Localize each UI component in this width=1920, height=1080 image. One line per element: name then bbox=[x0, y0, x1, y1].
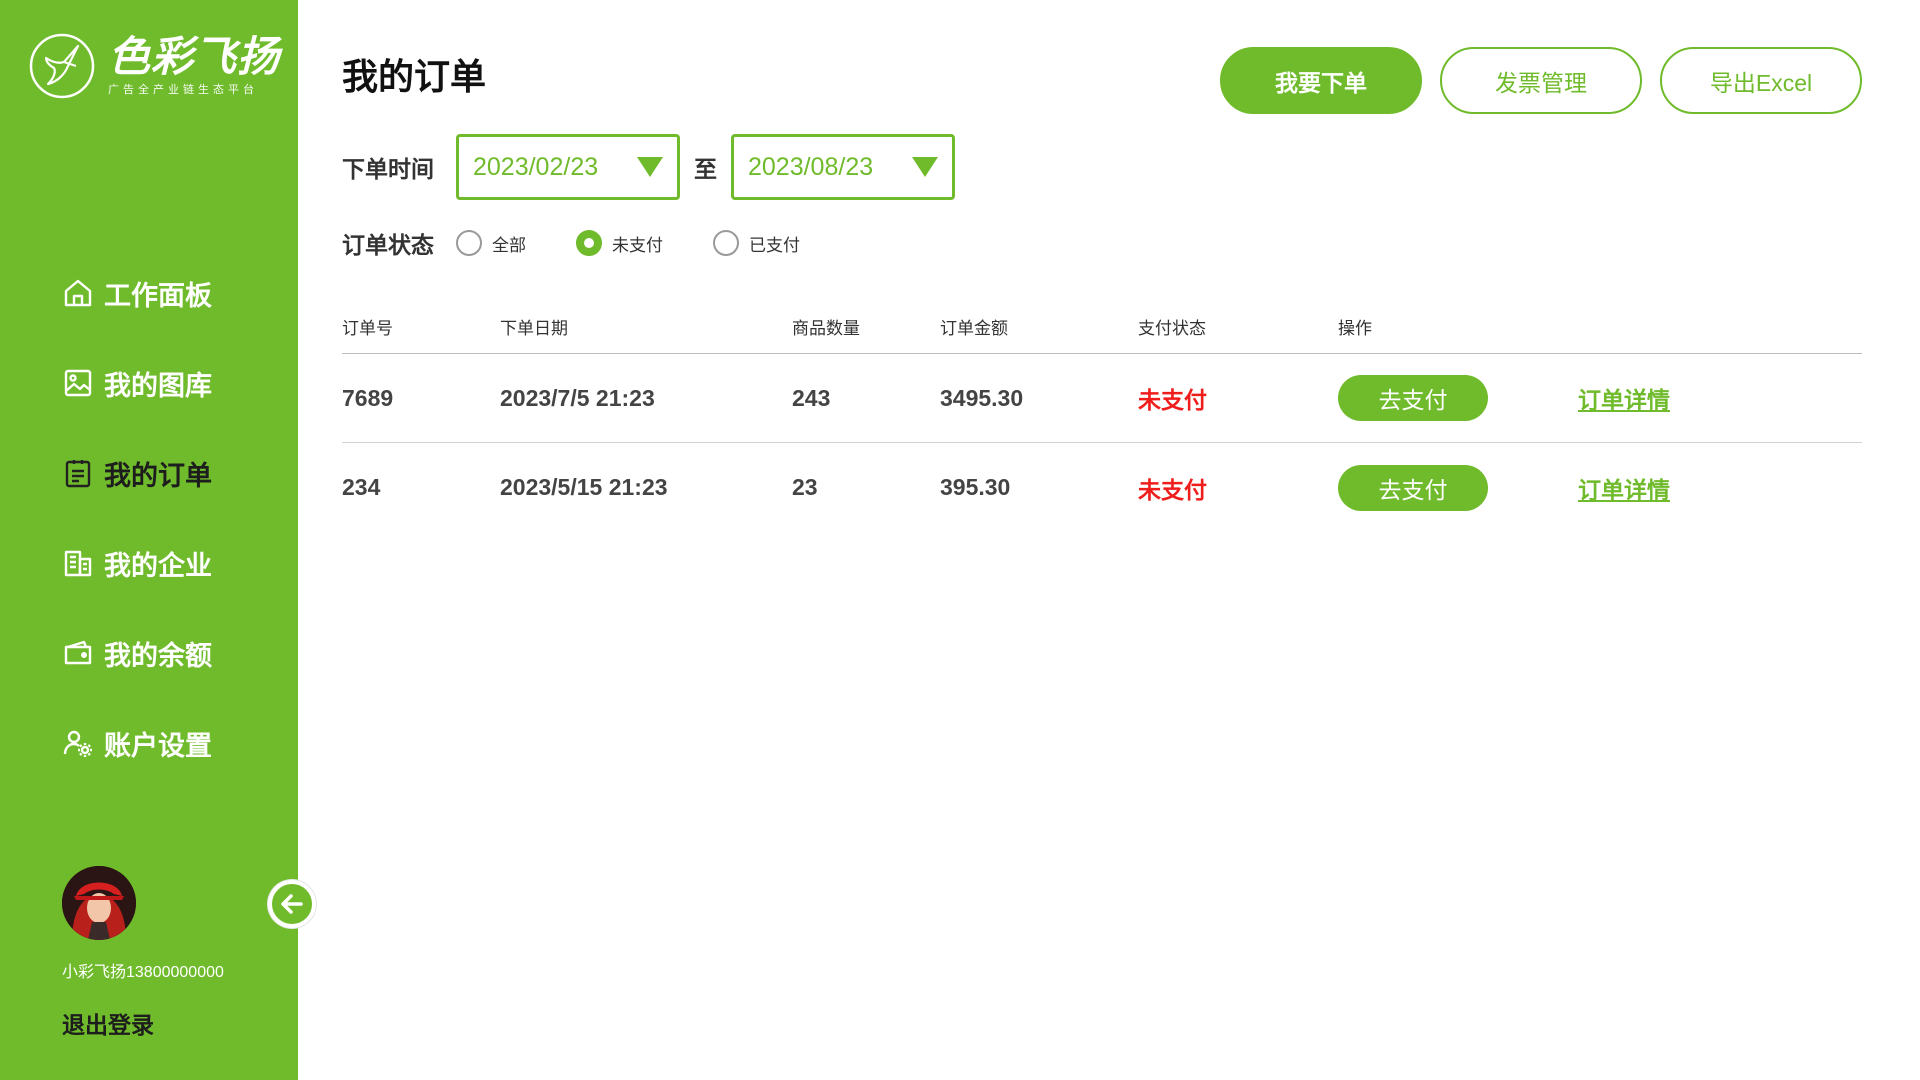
date-filter-label: 下单时间 bbox=[342, 156, 434, 182]
status-filter: 订单状态 全部 未支付 已支付 bbox=[342, 226, 850, 260]
pay-button[interactable]: 去支付 bbox=[1338, 375, 1488, 421]
order-quantity: 23 bbox=[792, 474, 818, 500]
hummingbird-logo-icon bbox=[29, 33, 95, 99]
column-header-date: 下单日期 bbox=[500, 319, 568, 338]
avatar-portrait-icon bbox=[62, 866, 136, 940]
payment-status: 未支付 bbox=[1138, 476, 1207, 503]
radio-label: 全部 bbox=[492, 235, 526, 255]
action-cell: 去支付 bbox=[1338, 464, 1578, 511]
sidebar-nav: 工作面板 我的图库 我的订单 我的企业 我的余额 账户设置 bbox=[62, 248, 212, 788]
collapse-sidebar-button[interactable] bbox=[268, 880, 316, 928]
sidebar-item-settings[interactable]: 账户设置 bbox=[62, 698, 212, 788]
order-id: 7689 bbox=[342, 384, 394, 411]
dropdown-triangle-icon bbox=[912, 157, 938, 177]
sidebar-item-gallery[interactable]: 我的图库 bbox=[62, 338, 212, 428]
home-icon bbox=[64, 279, 92, 307]
column-header-actions: 操作 bbox=[1338, 319, 1372, 338]
sidebar: 色彩飞扬 广告全产业链生态平台 工作面板 我的图库 我的订单 我的企业 我的余额… bbox=[0, 0, 298, 1080]
dropdown-triangle-icon bbox=[637, 157, 663, 177]
payment-status: 未支付 bbox=[1138, 387, 1207, 413]
clipboard-icon bbox=[65, 460, 91, 488]
table-header: 订单号 下单日期 商品数量 订单金额 支付状态 操作 bbox=[342, 300, 1862, 354]
radio-circle-unchecked[interactable] bbox=[456, 230, 482, 256]
building-icon bbox=[64, 550, 92, 577]
order-detail-link[interactable]: 订单详情 bbox=[1578, 387, 1670, 413]
detail-cell: 订单详情 bbox=[1578, 471, 1778, 505]
action-cell: 去支付 bbox=[1338, 375, 1578, 421]
invoice-management-button[interactable]: 发票管理 bbox=[1440, 47, 1642, 114]
pay-button[interactable]: 去支付 bbox=[1338, 464, 1488, 511]
sidebar-item-label: 我的余额 bbox=[104, 640, 212, 671]
date-from-picker[interactable]: 2023/02/23 bbox=[456, 134, 680, 200]
radio-unpaid[interactable]: 未支付 bbox=[576, 230, 663, 256]
order-detail-link[interactable]: 订单详情 bbox=[1578, 477, 1670, 503]
orders-table: 订单号 下单日期 商品数量 订单金额 支付状态 操作 7689 2023/7/5… bbox=[342, 300, 1862, 532]
sidebar-item-label: 账户设置 bbox=[104, 730, 212, 761]
order-quantity: 243 bbox=[792, 384, 831, 411]
table-row: 234 2023/5/15 21:23 23 395.30 未支付 去支付 订单… bbox=[342, 443, 1862, 532]
column-header-status: 支付状态 bbox=[1138, 319, 1206, 338]
order-amount: 395.30 bbox=[940, 474, 1011, 500]
radio-label: 未支付 bbox=[612, 235, 663, 255]
app-logo[interactable]: 色彩飞扬 广告全产业链生态平台 bbox=[28, 32, 280, 100]
header-actions: 我要下单 发票管理 导出Excel bbox=[1220, 47, 1862, 114]
radio-circle-unchecked[interactable] bbox=[713, 230, 739, 256]
radio-circle-checked[interactable] bbox=[576, 230, 602, 256]
username: 小彩飞扬13800000000 bbox=[62, 964, 224, 981]
app-slogan: 广告全产业链生态平台 bbox=[108, 84, 258, 96]
status-filter-label: 订单状态 bbox=[342, 232, 434, 258]
sidebar-item-balance[interactable]: 我的余额 bbox=[62, 608, 212, 698]
sidebar-item-orders[interactable]: 我的订单 bbox=[62, 428, 212, 518]
order-amount: 3495.30 bbox=[940, 384, 1024, 411]
date-to-picker[interactable]: 2023/08/23 bbox=[731, 134, 955, 200]
column-header-amount: 订单金额 bbox=[940, 319, 1008, 338]
place-order-button[interactable]: 我要下单 bbox=[1220, 47, 1422, 114]
column-header-order-id: 订单号 bbox=[342, 319, 393, 338]
avatar[interactable] bbox=[62, 866, 136, 940]
radio-label: 已支付 bbox=[749, 235, 800, 255]
sidebar-item-label: 我的订单 bbox=[104, 460, 212, 491]
user-settings-icon bbox=[63, 730, 92, 757]
date-from-value: 2023/02/23 bbox=[473, 152, 599, 181]
table-row: 7689 2023/7/5 21:23 243 3495.30 未支付 去支付 … bbox=[342, 354, 1862, 443]
column-header-quantity: 商品数量 bbox=[792, 319, 860, 338]
arrow-left-icon bbox=[281, 894, 303, 914]
radio-paid[interactable]: 已支付 bbox=[713, 230, 800, 256]
date-filter: 下单时间 2023/02/23 至 2023/08/23 bbox=[342, 134, 955, 200]
export-excel-button[interactable]: 导出Excel bbox=[1660, 47, 1862, 114]
order-date: 2023/7/5 21:23 bbox=[500, 384, 655, 411]
app-name: 色彩飞扬 bbox=[108, 33, 281, 80]
sidebar-item-company[interactable]: 我的企业 bbox=[62, 518, 212, 608]
wallet-icon bbox=[64, 640, 92, 665]
detail-cell: 订单详情 bbox=[1578, 381, 1778, 415]
page-title: 我的订单 bbox=[342, 56, 487, 97]
order-date: 2023/5/15 21:23 bbox=[500, 474, 668, 500]
sidebar-item-dashboard[interactable]: 工作面板 bbox=[62, 248, 212, 338]
radio-all[interactable]: 全部 bbox=[456, 230, 526, 256]
order-id: 234 bbox=[342, 474, 381, 500]
date-range-separator: 至 bbox=[694, 156, 717, 182]
sidebar-item-label: 我的企业 bbox=[104, 550, 212, 581]
image-icon bbox=[64, 369, 92, 397]
logout-link[interactable]: 退出登录 bbox=[62, 1006, 154, 1040]
main-content: 我的订单 我要下单 发票管理 导出Excel 下单时间 2023/02/23 至… bbox=[342, 0, 1862, 1080]
sidebar-item-label: 我的图库 bbox=[104, 370, 212, 401]
date-to-value: 2023/08/23 bbox=[748, 152, 874, 181]
sidebar-item-label: 工作面板 bbox=[104, 280, 212, 311]
